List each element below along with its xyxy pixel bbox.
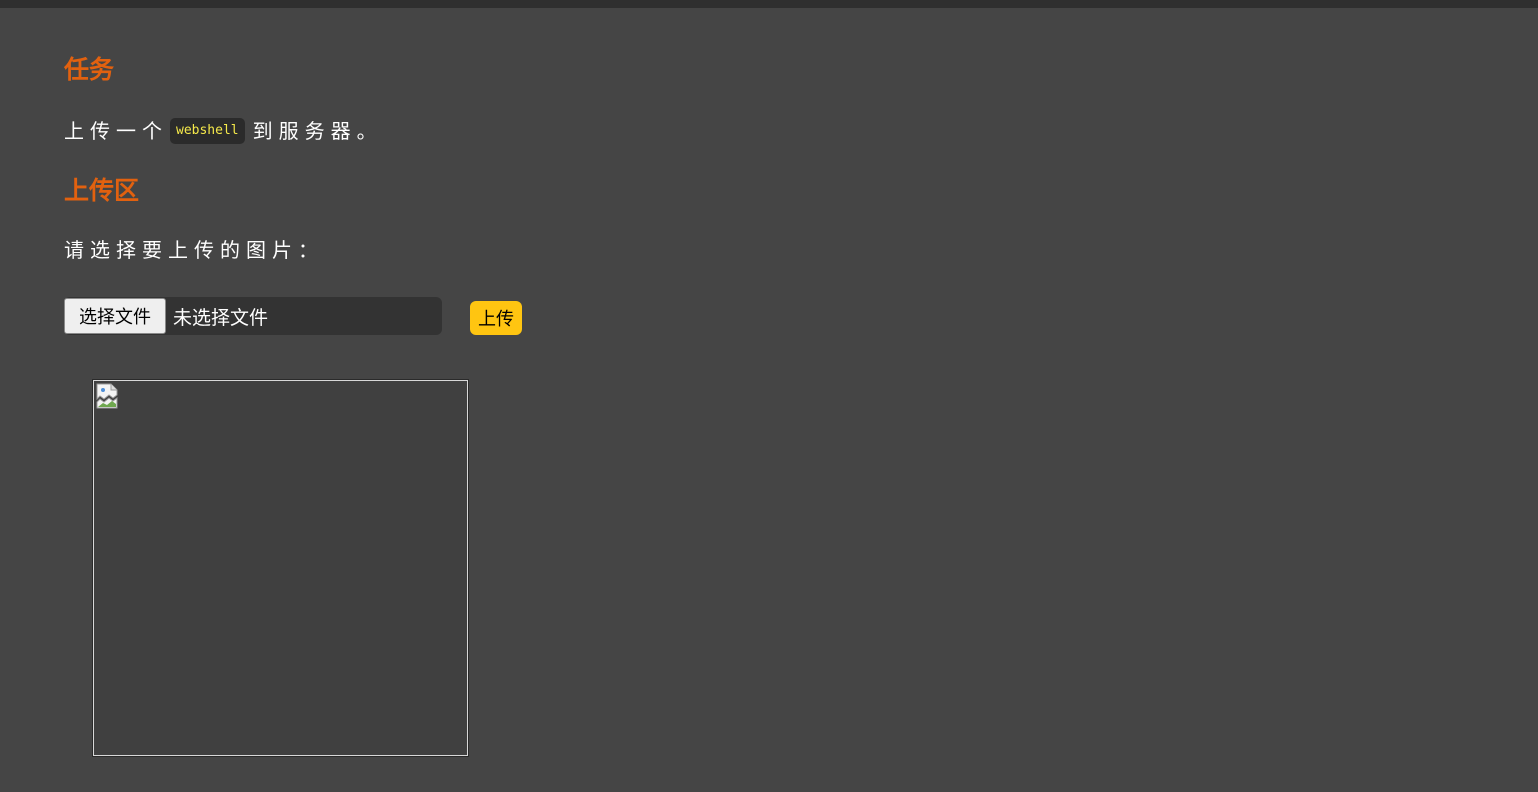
- task-text-after: 到服务器。: [252, 119, 383, 143]
- top-strip: [0, 0, 1538, 8]
- upload-button[interactable]: 上传: [470, 301, 522, 335]
- webshell-code: webshell: [170, 117, 245, 144]
- choose-file-button[interactable]: 选择文件: [64, 298, 166, 334]
- image-preview: [92, 379, 469, 757]
- broken-image-icon: [96, 383, 118, 409]
- file-status: 未选择文件: [173, 306, 269, 329]
- task-description: 上传一个 webshell 到服务器。: [64, 117, 383, 146]
- upload-heading: 上传区: [64, 176, 140, 205]
- task-heading: 任务: [64, 55, 115, 84]
- task-text-before: 上传一个: [64, 119, 168, 143]
- file-input[interactable]: 选择文件 未选择文件: [64, 297, 442, 335]
- upload-prompt: 请选择要上传的图片：: [64, 238, 324, 262]
